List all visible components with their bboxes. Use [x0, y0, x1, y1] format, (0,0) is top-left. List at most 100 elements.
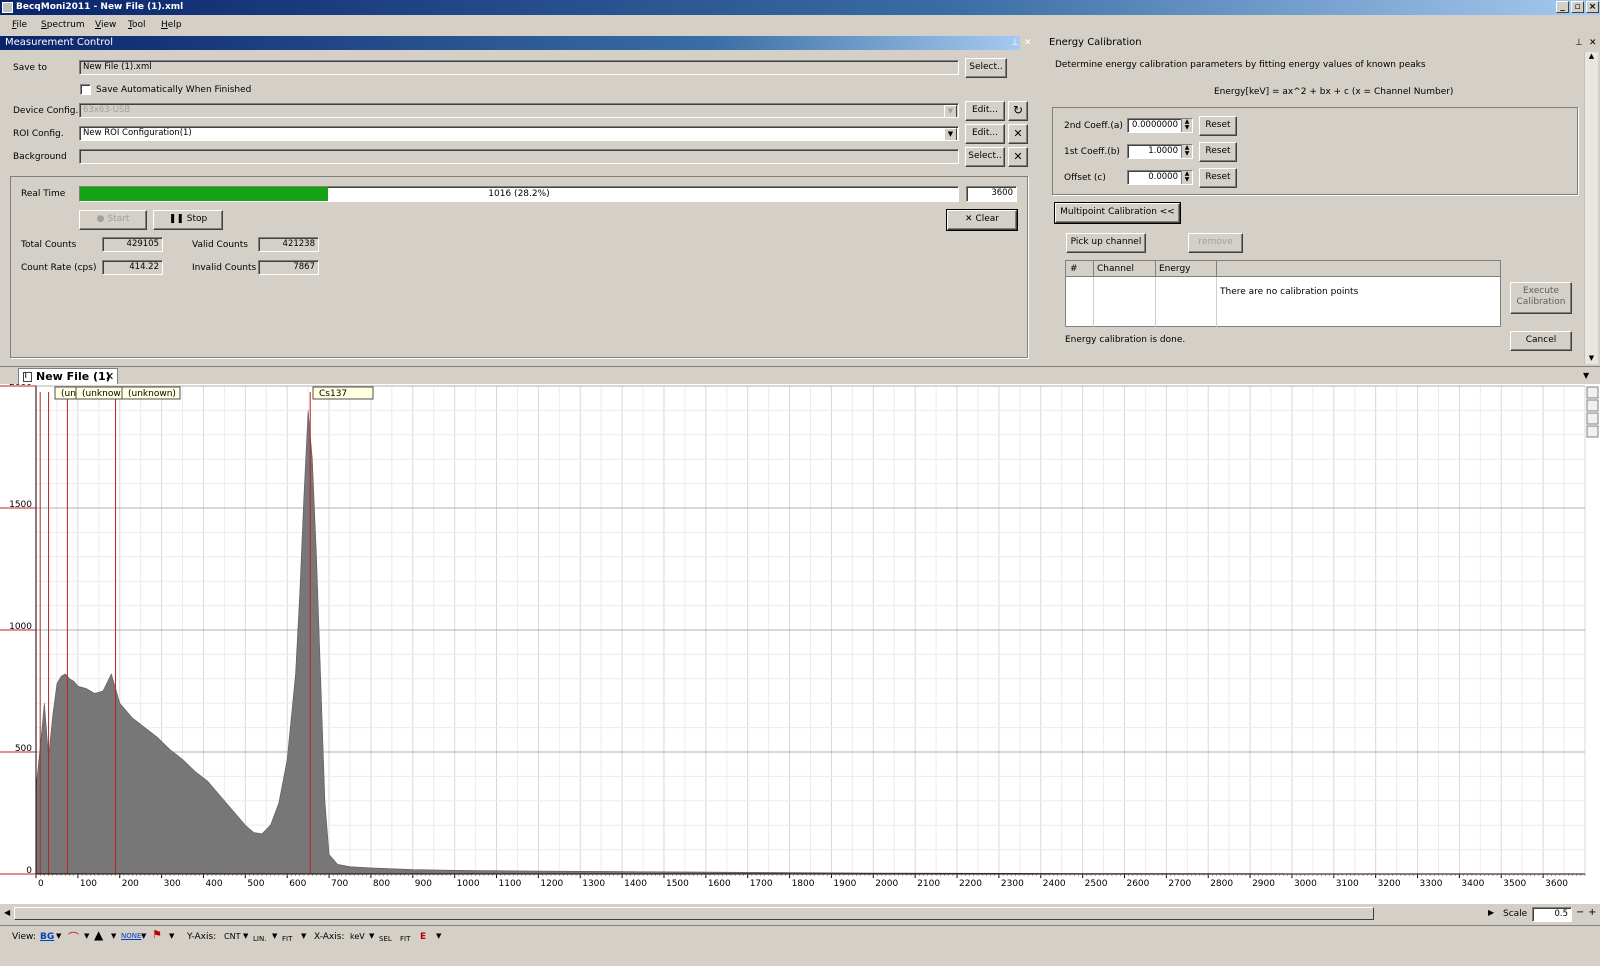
chevron-down-icon[interactable]: ▼ [944, 128, 957, 140]
smoothing-toggle[interactable]: NONE [121, 932, 141, 940]
flag-icon[interactable]: ⚑ [152, 928, 162, 941]
reset-a-button[interactable]: Reset [1199, 116, 1237, 136]
chevron-down-icon[interactable]: ▼ [272, 932, 277, 940]
kev-toggle[interactable]: keV [350, 932, 365, 941]
title-bar: BecqMoni2011 - New File (1).xml _ ▫ × [0, 0, 1600, 15]
spinner-icon[interactable]: ▲ ▼ [1181, 119, 1192, 132]
chevron-down-icon[interactable]: ▼ [436, 932, 441, 940]
cnt-toggle[interactable]: CNT [224, 932, 240, 941]
background-clear-icon[interactable]: ✕ [1008, 147, 1028, 167]
chevron-down-icon[interactable]: ▼ [243, 932, 248, 940]
bg-toggle[interactable]: BG [40, 932, 54, 942]
scroll-up-icon[interactable]: ▲ [1585, 52, 1598, 60]
pause-icon: ❚❚ [168, 214, 184, 224]
x-tick-label: 100 [80, 879, 97, 889]
close-panel-icon[interactable]: ✕ [1589, 38, 1597, 48]
restore-button[interactable]: ▫ [1571, 1, 1584, 13]
valid-counts-label: Valid Counts [192, 240, 248, 250]
calibration-table[interactable]: # Channel Energy There are no calibratio… [1065, 260, 1501, 327]
coeff-b-input[interactable]: 1.0000 ▲ ▼ [1127, 144, 1193, 159]
coeff-a-label: 2nd Coeff.(a) [1064, 121, 1123, 131]
zoom-out-icon[interactable]: − [1576, 907, 1584, 918]
pick-up-channel-button[interactable]: Pick up channel [1066, 233, 1146, 253]
minimize-button[interactable]: _ [1556, 1, 1569, 13]
roi-config-select[interactable]: New ROI Configuration(1) ▼ [79, 126, 959, 141]
clear-label: Clear [975, 214, 999, 224]
remove-button[interactable]: remove [1188, 233, 1243, 253]
background-field[interactable] [79, 149, 959, 164]
header-channel[interactable]: Channel [1097, 264, 1134, 274]
spectrum-chart[interactable]: (un(unknown(unknown)Cs137050010001500200… [0, 384, 1600, 904]
menu-spectrum[interactable]: Spectrum [41, 20, 85, 30]
zoom-in-icon[interactable]: + [1588, 907, 1596, 918]
coeff-c-input[interactable]: 0.0000 ▲ ▼ [1127, 170, 1193, 185]
tab-new-file[interactable]: ⌇ New File (1) ✕ [18, 368, 118, 385]
roi-edit-button[interactable]: Edit... [965, 124, 1005, 144]
execute-calibration-button[interactable]: Execute Calibration [1510, 282, 1572, 314]
stop-button[interactable]: ❚❚ Stop [153, 210, 223, 230]
close-window-button[interactable]: × [1586, 1, 1599, 13]
chevron-down-icon[interactable]: ▼ [141, 932, 146, 940]
menu-help[interactable]: Help [161, 20, 182, 30]
multipoint-calibration-button[interactable]: Multipoint Calibration << [1054, 202, 1181, 224]
energy-toggle[interactable]: E [420, 932, 426, 942]
chevron-down-icon[interactable]: ▼ [301, 932, 306, 940]
scale-input[interactable]: 0.5 [1532, 907, 1572, 922]
lin-toggle[interactable]: LIN. [253, 935, 266, 943]
pin-icon[interactable]: ⊥ [1575, 38, 1583, 48]
measurement-control-header: Measurement Control ⊥ ✕ [0, 36, 1032, 50]
menu-file[interactable]: File [12, 20, 27, 30]
reset-c-button[interactable]: Reset [1199, 168, 1237, 188]
chevron-down-icon[interactable]: ▼ [84, 932, 89, 940]
chevron-down-icon[interactable]: ▼ [1583, 371, 1589, 380]
refresh-icon[interactable]: ↻ [1008, 101, 1028, 121]
start-button[interactable]: ● Start [79, 210, 147, 230]
roi-config-value: New ROI Configuration(1) [83, 128, 192, 138]
header-number[interactable]: # [1070, 264, 1078, 274]
x-tick-label: 2700 [1168, 879, 1191, 889]
coeff-a-input[interactable]: 0.0000000 ▲ ▼ [1127, 118, 1193, 133]
sel-toggle[interactable]: SEL [379, 935, 392, 943]
pin-icon[interactable]: ⊥ [1011, 38, 1019, 48]
menu-tool[interactable]: Tool [128, 20, 145, 30]
close-tab-icon[interactable]: ✕ [105, 369, 114, 384]
reset-b-button[interactable]: Reset [1199, 142, 1237, 162]
curve-icon[interactable]: ⌒ [68, 929, 79, 945]
chevron-down-icon[interactable]: ▼ [369, 932, 374, 940]
scroll-left-icon[interactable]: ◀ [4, 908, 10, 917]
header-energy[interactable]: Energy [1159, 264, 1191, 274]
x-tick-label: 1000 [457, 879, 480, 889]
scroll-down-icon[interactable]: ▼ [1585, 354, 1598, 362]
chevron-down-icon[interactable]: ▼ [111, 932, 116, 940]
scroll-thumb[interactable] [14, 907, 1374, 920]
spinner-icon[interactable]: ▲ ▼ [1181, 145, 1192, 158]
chevron-down-icon[interactable]: ▼ [169, 932, 174, 940]
energy-calibration-header: Energy Calibration ⊥ ✕ [1044, 36, 1600, 50]
x-tick-label: 1100 [499, 879, 522, 889]
spectrum-plot-area[interactable]: (un(unknown(unknown)Cs137050010001500200… [0, 384, 1600, 904]
select-save-button[interactable]: Select.. [965, 58, 1007, 78]
device-config-select[interactable]: 63x63-USB ▼ [79, 103, 959, 118]
cancel-button[interactable]: Cancel [1510, 331, 1572, 351]
real-time-input[interactable]: 3600 [966, 186, 1017, 202]
calibration-description: Determine energy calibration parameters … [1055, 60, 1426, 70]
scroll-right-icon[interactable]: ▶ [1488, 908, 1494, 917]
chevron-down-icon[interactable]: ▼ [56, 932, 61, 940]
roi-clear-icon[interactable]: ✕ [1008, 124, 1028, 144]
fit-x-toggle[interactable]: FIT [400, 935, 410, 943]
fit-toggle[interactable]: FIT [282, 935, 292, 943]
chevron-down-icon[interactable]: ▼ [944, 105, 957, 117]
device-edit-button[interactable]: Edit... [965, 101, 1005, 121]
select-background-button[interactable]: Select.. [965, 147, 1005, 167]
x-tick-label: 3500 [1503, 879, 1526, 889]
x-tick-label: 2500 [1085, 879, 1108, 889]
peak-icon[interactable]: ▲ [94, 928, 103, 942]
close-panel-icon[interactable]: ✕ [1024, 38, 1032, 48]
spinner-icon[interactable]: ▲ ▼ [1181, 171, 1192, 184]
save-to-field[interactable]: New File (1).xml [79, 60, 959, 75]
clear-button[interactable]: ✕ Clear [946, 209, 1018, 231]
menu-view[interactable]: View [95, 20, 116, 30]
device-config-label: Device Config. [13, 106, 79, 116]
calibration-scrollbar[interactable]: ▲ ▼ [1584, 52, 1598, 364]
auto-save-checkbox[interactable] [80, 84, 91, 95]
